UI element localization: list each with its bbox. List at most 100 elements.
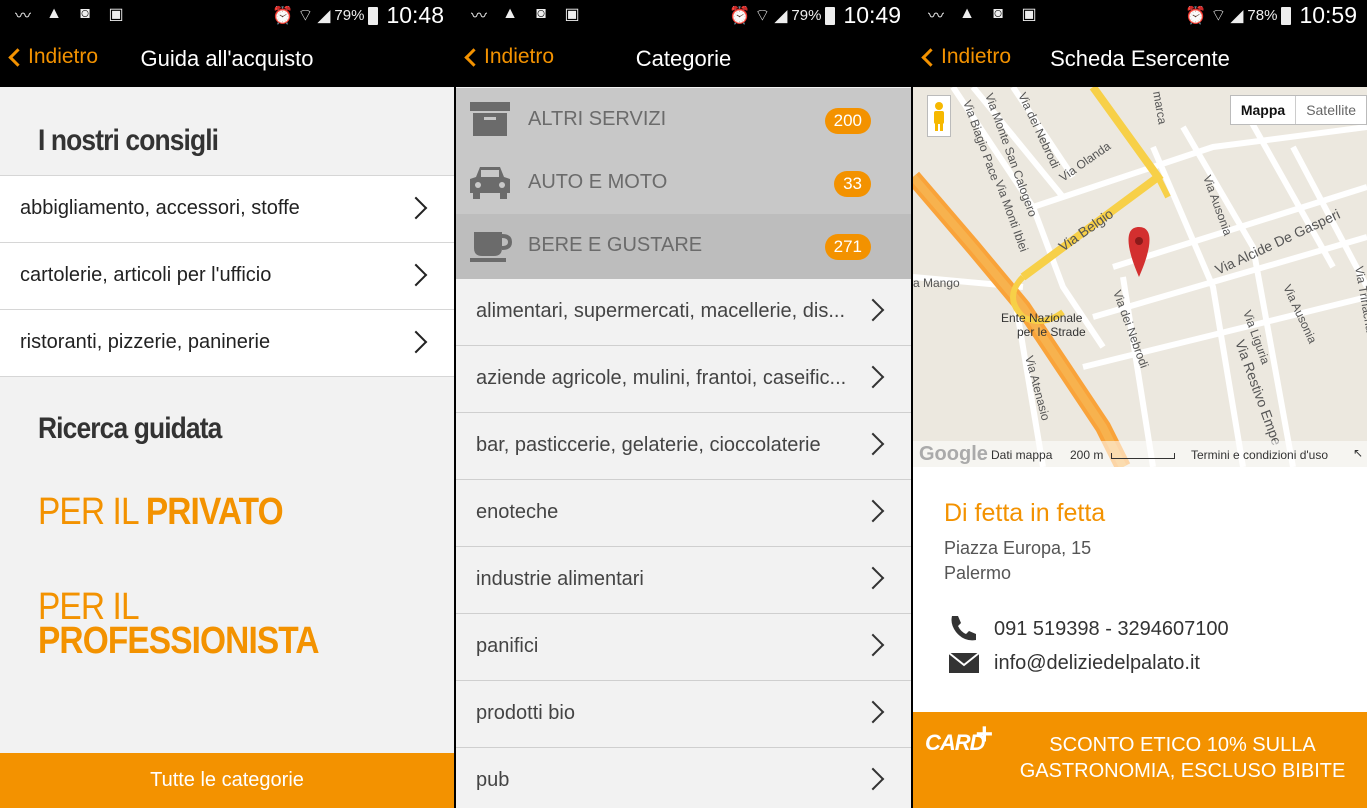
plus-icon: + — [975, 718, 993, 751]
app-icon: ◙ — [536, 5, 546, 22]
address-line2: Palermo — [944, 563, 1012, 583]
alarm-icon: ⏰ — [272, 5, 294, 25]
section-title-advice: I nostri consigli — [38, 124, 219, 157]
wifi-icon: ⌔ — [297, 6, 314, 25]
list-item[interactable]: abbigliamento, accessori, stoffe — [0, 175, 454, 242]
status-bar: 〰 ▲ ◙ ▣ ⏰ ⌔ ◢ 78% 10:59 — [913, 0, 1367, 30]
page-title: Guida all'acquisto — [140, 46, 314, 71]
list-item[interactable]: pub — [456, 748, 911, 808]
chevron-right-icon — [404, 196, 428, 220]
category-bere-gustare[interactable]: BERE E GUSTARE 271 — [456, 214, 911, 279]
list-item[interactable]: aziende agricole, mulini, frantoi, casei… — [456, 346, 911, 413]
map-view[interactable]: Via Belgio Via Alcide De Gasperi Ente Na… — [913, 87, 1367, 467]
map-label: marca — [1150, 90, 1170, 126]
list-item[interactable]: enoteche — [456, 480, 911, 547]
map-label: Ente Nazionale — [1001, 311, 1083, 325]
map-terms-link[interactable]: Termini e condizioni d'uso — [1191, 448, 1328, 462]
list-item[interactable]: prodotti bio — [456, 681, 911, 748]
status-bar: 〰 ▲ ◙ ▣ ⏰ ⌔ ◢ 79% 10:49 — [456, 0, 911, 30]
chevron-right-icon — [861, 633, 885, 657]
private-link[interactable]: PER IL PRIVATO — [38, 493, 284, 531]
street-view-pegman-icon[interactable] — [927, 95, 951, 137]
chevron-right-icon — [861, 767, 885, 791]
list-item-label: aziende agricole, mulini, frantoi, casei… — [476, 367, 847, 389]
map-label: Via dei Nebrodi — [1015, 90, 1062, 170]
list-item[interactable]: ristoranti, pizzerie, paninerie — [0, 309, 454, 377]
merchant-detail-screen: 〰 ▲ ◙ ▣ ⏰ ⌔ ◢ 78% 10:59 Indietro Scheda … — [913, 0, 1367, 808]
count-badge: 200 — [824, 108, 871, 134]
battery-percent: 79% — [334, 7, 365, 24]
address-line1: Piazza Europa, 15 — [944, 538, 1092, 558]
list-item-label: panifici — [476, 635, 539, 657]
map-footer: Google Dati mappa 200 m Termini e condiz… — [913, 441, 1367, 467]
section-title-guided-search: Ricerca guidata — [38, 412, 222, 445]
notification-icon: 〰 — [927, 8, 944, 25]
page-title: Scheda Esercente — [1050, 46, 1230, 71]
all-categories-button[interactable]: Tutte le categorie — [0, 753, 454, 808]
chevron-right-icon — [861, 700, 885, 724]
map-type-map-button[interactable]: Mappa — [1231, 96, 1295, 124]
archive-box-icon — [470, 102, 510, 136]
image-icon: ▣ — [564, 6, 580, 23]
list-item-label: bar, pasticcerie, gelaterie, cioccolater… — [476, 434, 821, 456]
list-item[interactable]: alimentari, supermercati, macellerie, di… — [456, 279, 911, 346]
list-item[interactable]: industrie alimentari — [456, 547, 911, 614]
page-title: Categorie — [635, 46, 732, 71]
notification-icon: 〰 — [470, 8, 487, 25]
map-label: Via Atenasio — [1022, 354, 1053, 422]
map-pin-icon — [1128, 227, 1150, 277]
expand-icon[interactable]: ↖ — [1353, 446, 1363, 460]
battery-icon — [368, 6, 379, 25]
signal-icon: ◢ — [317, 5, 331, 25]
battery-icon — [1281, 6, 1292, 25]
category-auto-moto[interactable]: AUTO E MOTO 33 — [456, 151, 911, 214]
list-item-label: alimentari, supermercati, macellerie, di… — [476, 300, 846, 322]
car-icon — [470, 167, 510, 199]
pegman-figure — [934, 102, 944, 131]
app-icon: ◙ — [993, 5, 1003, 22]
email-icon — [948, 652, 980, 673]
nav-bar: Indietro Guida all'acquisto — [0, 30, 454, 87]
chevron-right-icon — [861, 365, 885, 389]
private-prefix: PER IL — [38, 491, 138, 533]
chevron-right-icon — [861, 499, 885, 523]
count-badge: 271 — [824, 234, 871, 260]
email-address[interactable]: info@deliziedelpalato.it — [994, 652, 1200, 675]
list-item[interactable]: panifici — [456, 614, 911, 681]
map-type-satellite-button[interactable]: Satellite — [1295, 96, 1366, 124]
app-icon: ◙ — [80, 5, 90, 22]
image-icon: ▣ — [108, 6, 124, 23]
professional-link[interactable]: PER IL PROFESSIONISTA — [38, 588, 320, 660]
signal-icon: ◢ — [1230, 5, 1244, 25]
list-item-label: industrie alimentari — [476, 568, 644, 590]
notification-icon: 〰 — [14, 8, 31, 25]
list-item[interactable]: cartolerie, articoli per l'ufficio — [0, 242, 454, 309]
category-altri-servizi[interactable]: ALTRI SERVIZI 200 — [456, 88, 911, 151]
card-logo: CARD + — [925, 718, 993, 756]
phone-icon — [951, 616, 976, 641]
chevron-right-icon — [404, 330, 428, 354]
list-item-label: ristoranti, pizzerie, paninerie — [20, 331, 271, 353]
discount-text: SCONTO ETICO 10% SULLA GASTRONOMIA, ESCL… — [1019, 734, 1346, 782]
battery-icon — [825, 6, 836, 25]
clock: 10:48 — [386, 2, 444, 28]
battery-percent: 79% — [791, 7, 822, 24]
category-label: BERE E GUSTARE — [528, 234, 703, 256]
phone-number[interactable]: 091 519398 - 3294607100 — [994, 618, 1229, 641]
list-item-label: enoteche — [476, 501, 559, 523]
list-item-label: prodotti bio — [476, 702, 575, 724]
private-bold: PRIVATO — [145, 491, 284, 533]
list-item[interactable]: bar, pasticcerie, gelaterie, cioccolater… — [456, 413, 911, 480]
list-item-label: abbigliamento, accessori, stoffe — [20, 197, 300, 219]
image-icon: ▣ — [1021, 6, 1037, 23]
alarm-icon: ⏰ — [729, 5, 751, 25]
chevron-right-icon — [861, 298, 885, 322]
nav-bar: Indietro Scheda Esercente — [913, 30, 1367, 87]
list-item-label: cartolerie, articoli per l'ufficio — [20, 264, 272, 286]
battery-percent: 78% — [1247, 7, 1278, 24]
map-data-link[interactable]: Dati mappa — [991, 448, 1052, 462]
clock: 10:59 — [1299, 2, 1357, 28]
category-label: ALTRI SERVIZI — [528, 108, 667, 130]
clock: 10:49 — [843, 2, 901, 28]
tree-icon: ▲ — [502, 5, 518, 22]
